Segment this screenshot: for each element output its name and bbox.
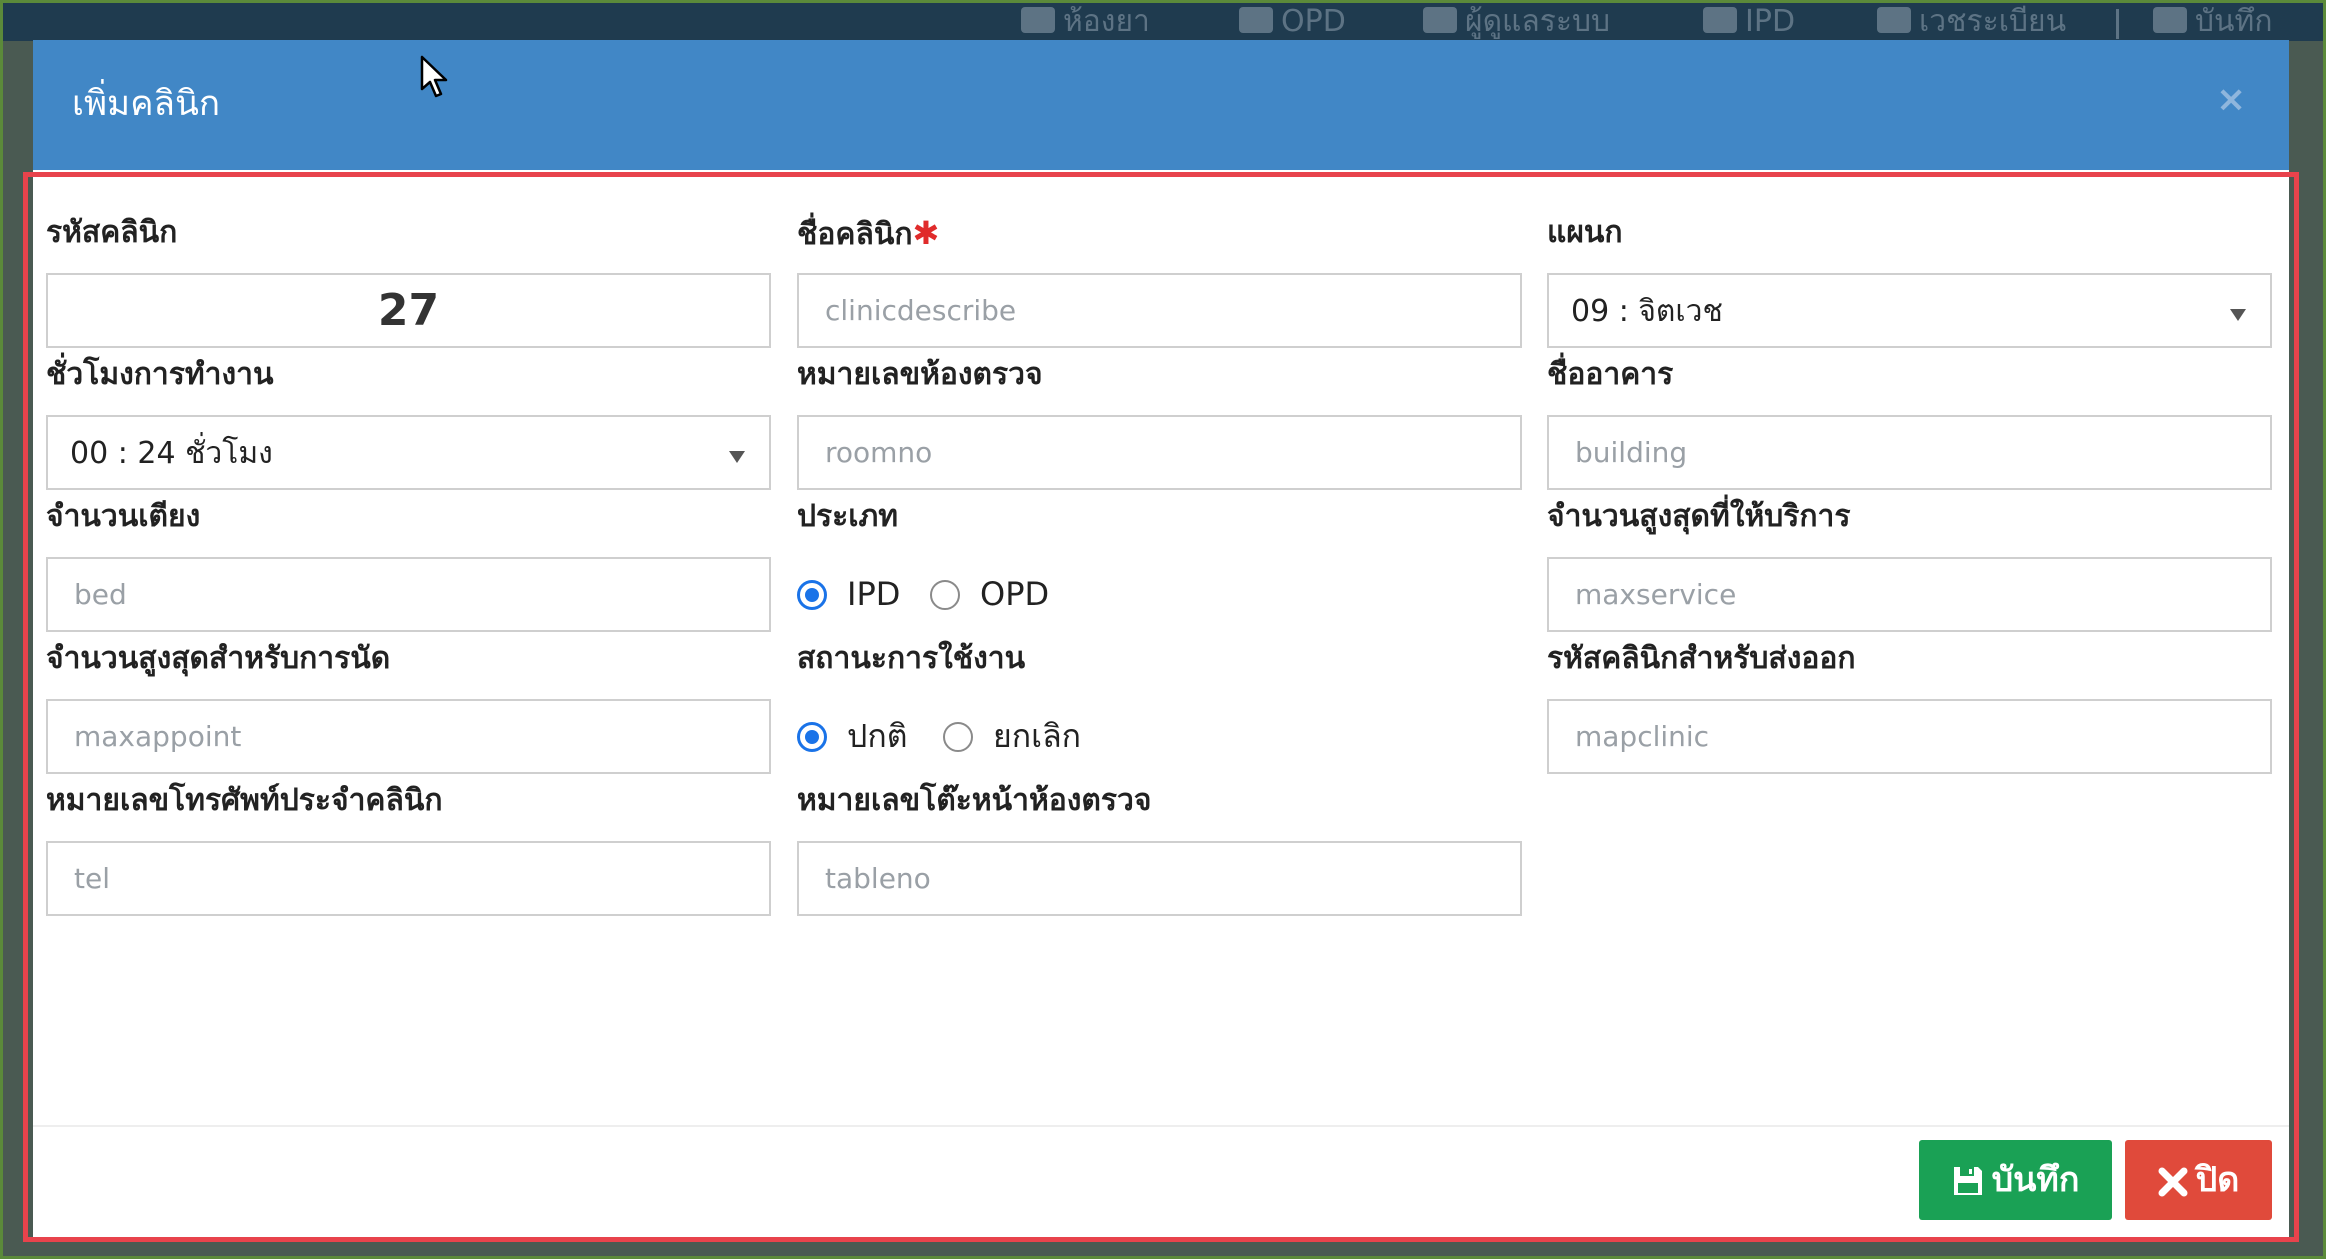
close-button[interactable]: ปิด [2125,1140,2272,1220]
tel-label: หมายเลขโทรศัพท์ประจำคลินิก [46,783,443,818]
type-ipd-label[interactable]: IPD [847,574,900,614]
medical-icon [1021,7,1055,33]
add-clinic-modal: เพิ่มคลินิก × รหัสคลินิก ชั่วโมงการทำงาน… [23,40,2299,1242]
x-icon [2158,1167,2188,1197]
mouse-cursor-icon [420,55,448,98]
caret-down-icon [729,451,745,463]
work-hours-value: 00 : 24 ชั่วโมง [70,436,273,471]
type-ipd-radio[interactable] [797,580,827,610]
max-appoint-input[interactable] [46,699,771,774]
save-icon [2153,7,2187,33]
bed-icon [1703,7,1737,33]
save-button[interactable]: บันทึก [1919,1140,2112,1220]
close-button-label: ปิด [2195,1160,2240,1200]
status-cancel-radio[interactable] [943,722,973,752]
save-button-label: บันทึก [1991,1160,2080,1200]
modal-header: เพิ่มคลินิก × [33,40,2289,170]
floppy-disk-icon [1953,1167,1982,1195]
building-label: ชื่ออาคาร [1547,357,1674,392]
department-select[interactable]: 09 : จิตเวช [1547,273,2272,348]
department-label: แผนก [1547,215,1623,250]
building-input[interactable] [1547,415,2272,490]
room-no-label: หมายเลขห้องตรวจ [797,357,1043,392]
work-hours-select[interactable]: 00 : 24 ชั่วโมง [46,415,771,490]
status-cancel-label[interactable]: ยกเลิก [993,716,1081,756]
clinic-code-label: รหัสคลินิก [46,215,178,250]
required-star-icon: ✱ [912,214,940,252]
type-radio-group: IPD OPD [797,572,1097,622]
close-icon[interactable]: × [2216,78,2246,122]
status-active-label[interactable]: ปกติ [847,716,907,756]
export-code-label: รหัสคลินิกสำหรับส่งออก [1547,641,1856,676]
nav-item-save[interactable]: บันทึก [2153,7,2273,37]
caret-down-icon [2230,309,2246,321]
table-no-input[interactable] [797,841,1522,916]
status-radio-group: ปกติ ยกเลิก [797,714,1117,764]
status-label: สถานะการใช้งาน [797,641,1026,676]
nav-item-ipd[interactable]: IPD [1703,7,1795,37]
users-icon [1239,7,1273,33]
nav-divider [2116,9,2119,39]
clinic-name-input[interactable] [797,273,1522,348]
top-navbar: ห้องยา OPD ผู้ดูแลระบบ IPD เวชระเบียน บั… [3,3,2323,41]
clinic-name-label: ชื่อคลินิก✱ [797,213,939,255]
status-active-radio[interactable] [797,722,827,752]
bed-label: จำนวนเตียง [46,499,201,534]
bed-input[interactable] [46,557,771,632]
clinic-name-label-text: ชื่อคลินิก [797,217,913,252]
nav-item-records[interactable]: เวชระเบียน [1877,7,2066,37]
tel-input[interactable] [46,841,771,916]
card-icon [1877,7,1911,33]
nav-item-admin[interactable]: ผู้ดูแลระบบ [1423,7,1610,37]
modal-footer-divider [33,1125,2289,1127]
department-value: 09 : จิตเวช [1571,294,1723,329]
type-opd-label[interactable]: OPD [980,574,1049,614]
nav-item-pharmacy[interactable]: ห้องยา [1021,7,1150,37]
modal-title: เพิ่มคลินิก [72,84,221,124]
export-code-input[interactable] [1547,699,2272,774]
type-label: ประเภท [797,499,899,534]
work-hours-label: ชั่วโมงการทำงาน [46,357,274,392]
gears-icon [1423,7,1457,33]
type-opd-radio[interactable] [930,580,960,610]
max-service-label: จำนวนสูงสุดที่ให้บริการ [1547,499,1851,534]
nav-item-opd[interactable]: OPD [1239,7,1346,37]
room-no-input[interactable] [797,415,1522,490]
max-service-input[interactable] [1547,557,2272,632]
table-no-label: หมายเลขโต๊ะหน้าห้องตรวจ [797,783,1152,818]
clinic-code-input[interactable] [46,273,771,348]
max-appoint-label: จำนวนสูงสุดสำหรับการนัด [46,641,391,676]
